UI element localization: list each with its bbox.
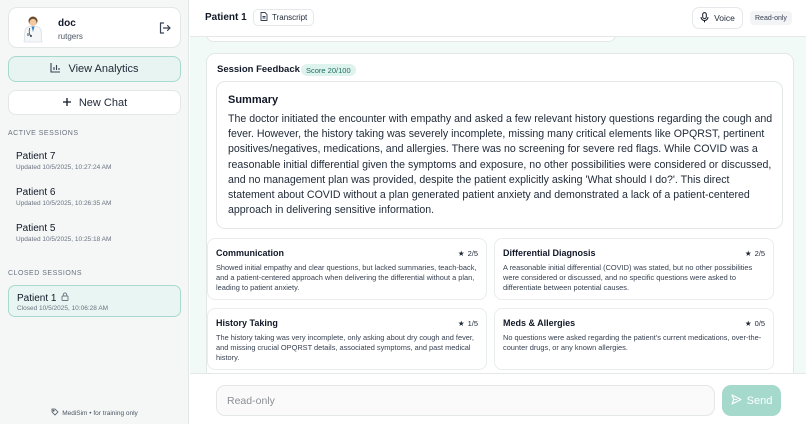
document-icon	[260, 12, 268, 23]
voice-button[interactable]: Voice	[692, 7, 743, 29]
lock-icon	[61, 292, 69, 304]
summary-card: Summary The doctor initiated the encount…	[216, 81, 783, 229]
send-label: Send	[746, 394, 773, 407]
card-title: Differential Diagnosis	[503, 248, 596, 258]
session-name: Patient 5	[16, 223, 56, 234]
card-score-value: 1/5	[467, 319, 478, 328]
previous-message-card	[206, 37, 616, 42]
session-updated: Updated 10/5/2025, 10:26:35 AM	[16, 200, 112, 207]
session-item-patient-6[interactable]: Patient 6 Updated 10/5/2025, 10:26:35 AM	[16, 187, 111, 207]
feedback-card-communication: Communication ★ 2/5 Showed initial empat…	[207, 238, 487, 300]
voice-label: Voice	[714, 13, 735, 23]
session-name: Patient 7	[16, 151, 56, 162]
card-score-value: 2/5	[467, 249, 478, 258]
send-button[interactable]: Send	[722, 385, 781, 416]
user-name: doc	[58, 18, 76, 29]
microphone-icon	[700, 11, 709, 25]
message-input[interactable]	[216, 385, 715, 416]
closed-sessions-heading: CLOSED SESSIONS	[8, 270, 83, 277]
read-only-badge: Read-only	[750, 11, 792, 25]
logout-icon[interactable]	[158, 21, 172, 35]
session-name: Patient 6	[16, 187, 56, 198]
session-item-patient-7[interactable]: Patient 7 Updated 10/5/2025, 10:27:24 AM	[16, 151, 111, 171]
header: Patient 1 Transcript Voice Read-only	[190, 0, 806, 37]
tag-icon	[51, 408, 59, 418]
user-org: rutgers	[58, 32, 83, 41]
card-score-value: 0/5	[754, 319, 765, 328]
feedback-card-meds-allergies: Meds & Allergies ★ 0/5 No questions were…	[494, 308, 774, 370]
transcript-label: Transcript	[272, 13, 308, 22]
page-title: Patient 1	[205, 12, 247, 23]
composer: Send	[190, 373, 806, 424]
view-analytics-label: View Analytics	[68, 63, 139, 75]
session-updated: Updated 10/5/2025, 10:25:18 AM	[16, 236, 112, 243]
active-sessions-heading: ACTIVE SESSIONS	[8, 130, 79, 137]
session-name-wrap: Patient 1	[17, 292, 69, 304]
session-updated: Updated 10/5/2025, 10:27:24 AM	[16, 164, 112, 171]
user-card: doc rutgers	[8, 7, 181, 48]
bar-chart-icon	[50, 60, 61, 78]
doctor-avatar-icon	[21, 15, 45, 43]
new-chat-label: New Chat	[78, 96, 128, 109]
star-icon: ★	[457, 319, 465, 328]
card-title: Communication	[216, 248, 285, 258]
card-text: The history taking was very incomplete, …	[216, 333, 474, 362]
card-score: ★ 2/5	[458, 249, 478, 258]
sidebar: doc rutgers View Analytics New Chat ACTI…	[0, 0, 189, 424]
card-text: No questions were asked regarding the pa…	[503, 333, 762, 352]
card-text: A reasonable initial differential (COVID…	[503, 263, 753, 292]
new-chat-button[interactable]: New Chat	[8, 90, 181, 115]
card-score: ★ 0/5	[745, 319, 765, 328]
summary-heading: Summary	[228, 94, 279, 106]
session-item-patient-5[interactable]: Patient 5 Updated 10/5/2025, 10:25:18 AM	[16, 223, 111, 243]
main-content: Session Feedback Score 20/100 Summary Th…	[190, 37, 806, 373]
card-score: ★ 1/5	[458, 319, 478, 328]
plus-icon	[62, 94, 72, 112]
session-closed-time: Closed 10/5/2025, 10:06:28 AM	[17, 305, 109, 312]
footer-text: MediSim • for training only	[62, 409, 138, 417]
session-item-patient-1[interactable]: Patient 1 Closed 10/5/2025, 10:06:28 AM	[8, 285, 181, 317]
card-score-value: 2/5	[754, 249, 765, 258]
score-badge: Score 20/100	[301, 64, 356, 76]
footer-note: MediSim • for training only	[0, 408, 189, 418]
view-analytics-button[interactable]: View Analytics	[8, 56, 181, 82]
session-feedback-title: Session Feedback	[217, 64, 300, 75]
send-icon	[731, 393, 742, 408]
star-icon: ★	[744, 249, 752, 258]
card-title: Meds & Allergies	[503, 318, 576, 328]
feedback-card-history-taking: History Taking ★ 1/5 The history taking …	[207, 308, 487, 370]
card-text: Showed initial empathy and clear questio…	[216, 263, 477, 292]
session-name: Patient 1	[17, 292, 57, 304]
star-icon: ★	[744, 319, 752, 328]
card-score: ★ 2/5	[745, 249, 765, 258]
feedback-card-differential-diagnosis: Differential Diagnosis ★ 2/5 A reasonabl…	[494, 238, 774, 300]
card-title: History Taking	[216, 318, 278, 328]
summary-text: The doctor initiated the encounter with …	[228, 113, 773, 217]
session-feedback-panel: Session Feedback Score 20/100 Summary Th…	[206, 53, 794, 373]
star-icon: ★	[457, 249, 465, 258]
transcript-button[interactable]: Transcript	[253, 9, 315, 26]
